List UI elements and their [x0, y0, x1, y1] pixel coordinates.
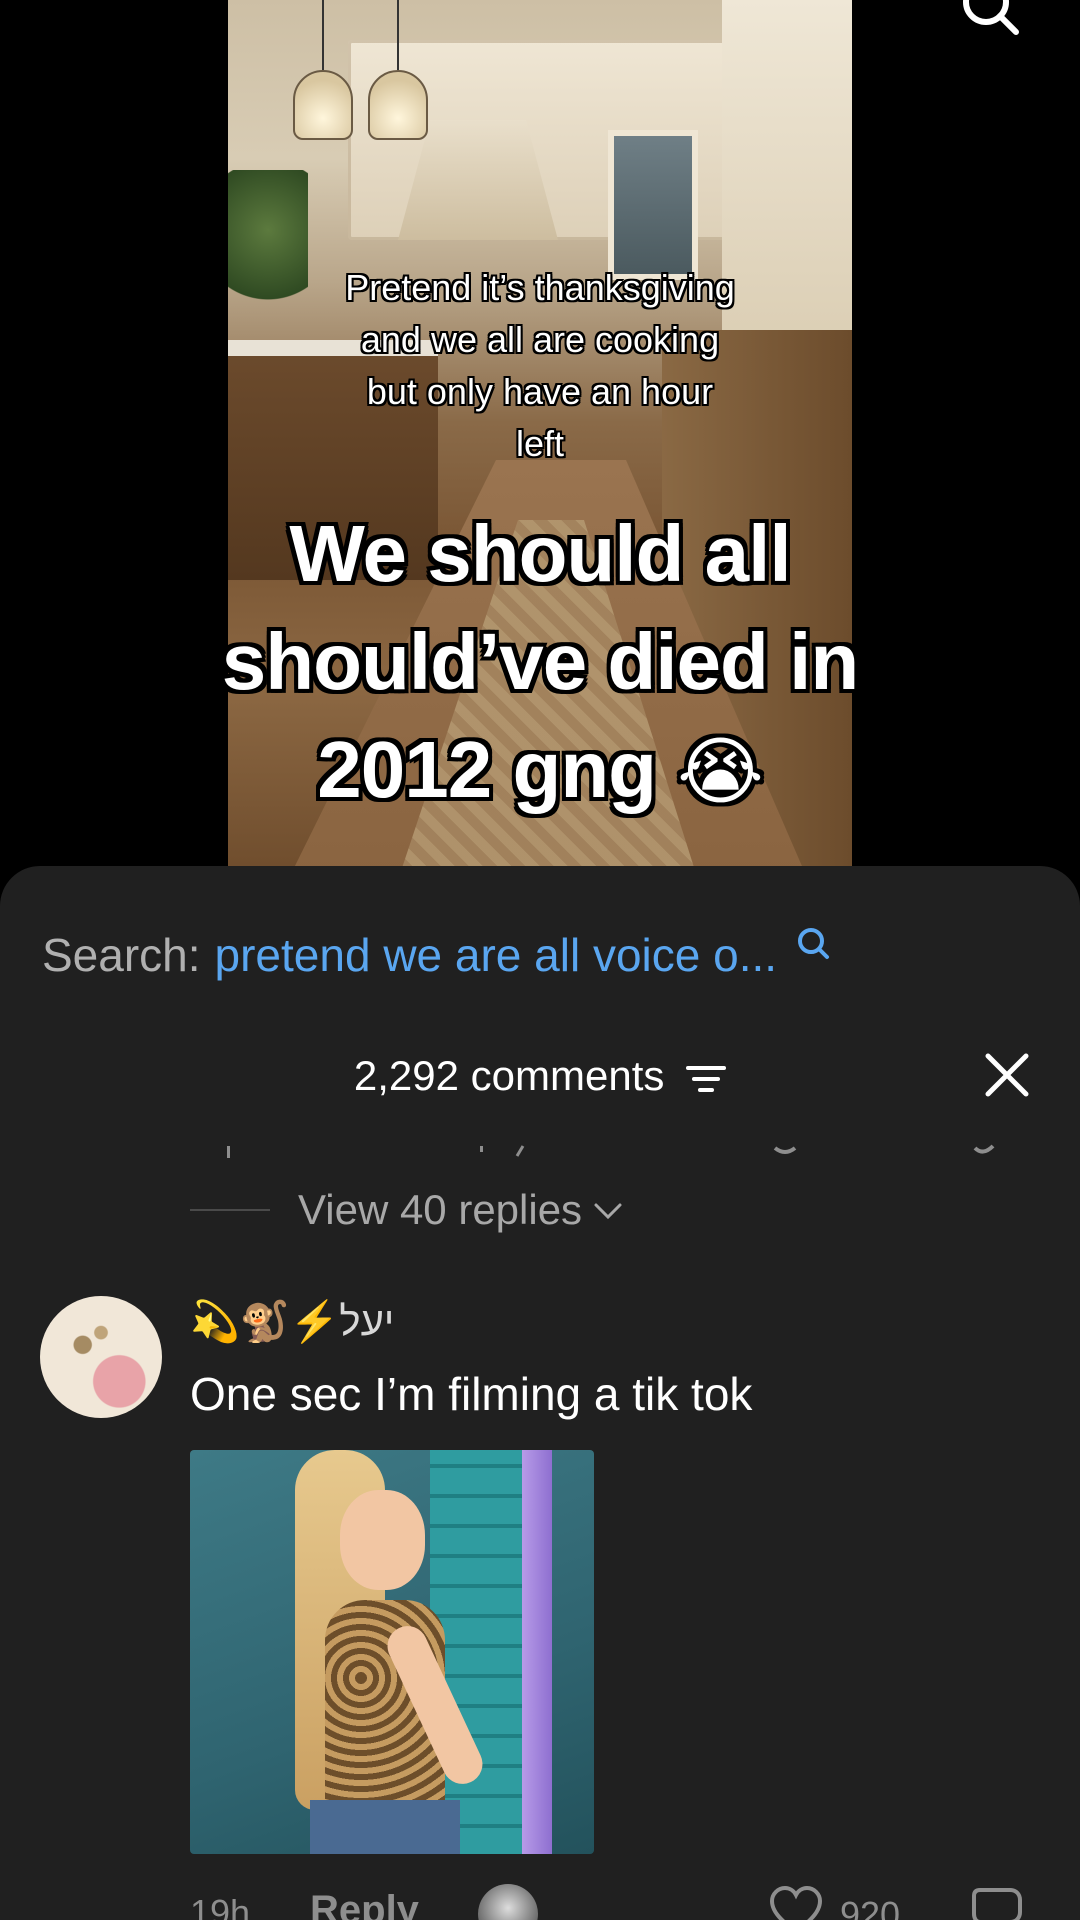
filter-icon[interactable] — [686, 1064, 727, 1094]
comment-username[interactable]: 💫🐒⚡️יעל — [190, 1292, 394, 1352]
character-face — [340, 1490, 425, 1590]
search-icon[interactable] — [795, 925, 831, 965]
search-prefix: Search: — [42, 929, 201, 981]
clipped-previous-row — [227, 1144, 995, 1158]
view-replies-label: View 40 replies — [298, 1186, 583, 1233]
avatar[interactable] — [40, 1296, 162, 1418]
comment-timestamp: 19h — [190, 1892, 251, 1920]
caption-line: left — [515, 423, 565, 464]
caption-line: Pretend it’s thanksgiving — [345, 267, 735, 308]
video-caption-big: We should all should’ve died in 2012 gng… — [150, 500, 930, 826]
dislike-icon[interactable] — [970, 1884, 1026, 1920]
search-suggestion[interactable]: Search: pretend we are all voice o... — [42, 928, 831, 982]
comment-image[interactable] — [190, 1450, 594, 1854]
caption-line: We should all — [289, 509, 791, 598]
caption-line: 2012 gng 😭 — [150, 716, 930, 826]
video-caption-small: Pretend it’s thanksgiving and we all are… — [228, 262, 852, 470]
like-count: 920 — [840, 1894, 901, 1920]
caption-line: but only have an hour — [366, 371, 714, 412]
heart-icon[interactable] — [768, 1884, 824, 1920]
pendant-light — [363, 0, 433, 150]
chevron-down-icon — [594, 1203, 622, 1220]
comment-text: One sec I’m filming a tik tok — [190, 1368, 753, 1420]
comment-count[interactable]: 2,292 comments — [0, 1046, 1080, 1106]
caption-line: should’ve died in — [221, 617, 859, 706]
search-icon[interactable] — [960, 0, 1020, 40]
search-query-link[interactable]: pretend we are all voice o... — [215, 928, 778, 982]
pantry-doorway — [608, 130, 698, 280]
comment-count-label: 2,292 comments — [353, 1052, 665, 1099]
reply-divider — [190, 1209, 270, 1211]
creator-liked-avatar — [478, 1884, 538, 1920]
close-icon[interactable] — [984, 1052, 1030, 1098]
video-player[interactable]: Pretend it’s thanksgiving and we all are… — [0, 0, 1080, 880]
caption-line: and we all are cooking — [360, 319, 720, 360]
view-replies-button[interactable]: View 40 replies — [190, 1186, 624, 1234]
crying-emoji: 😭 — [677, 730, 763, 813]
character-jeans — [310, 1800, 460, 1854]
comment-actions: 19h Reply 920 — [0, 1884, 1080, 1920]
comments-sheet: Search: pretend we are all voice o... 2,… — [0, 866, 1080, 1920]
reply-button[interactable]: Reply — [310, 1888, 419, 1920]
comments-header: 2,292 comments — [0, 1046, 1080, 1106]
purple-door — [522, 1450, 552, 1854]
caption-line-text: 2012 gng — [317, 725, 657, 814]
pendant-light — [288, 0, 358, 150]
